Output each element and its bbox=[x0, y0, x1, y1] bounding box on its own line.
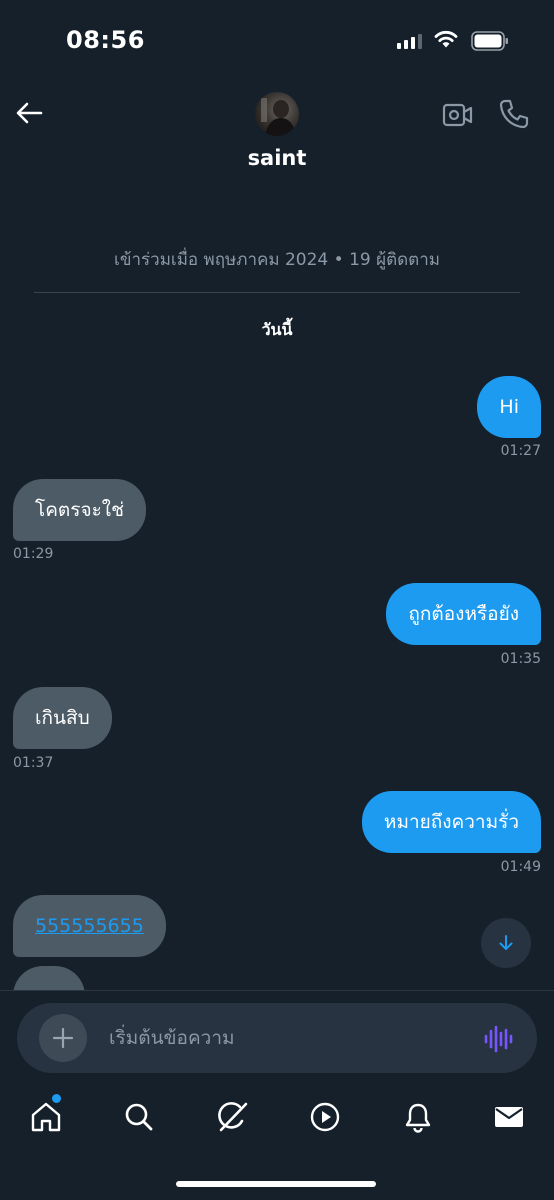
voice-call-button[interactable] bbox=[497, 97, 531, 131]
message-timestamp: 01:49 bbox=[500, 859, 541, 875]
home-indicator bbox=[176, 1181, 376, 1187]
tab-notifications[interactable] bbox=[396, 1092, 440, 1142]
message-timestamp: 01:37 bbox=[13, 755, 54, 771]
grok-icon bbox=[218, 1102, 248, 1132]
status-time: 08:56 bbox=[66, 26, 145, 54]
day-separator: วันนี้ bbox=[261, 320, 293, 339]
message-input[interactable] bbox=[109, 1003, 469, 1073]
play-circle-icon bbox=[310, 1102, 340, 1132]
wifi-icon bbox=[434, 30, 458, 48]
plus-icon bbox=[52, 1027, 74, 1049]
avatar-image bbox=[261, 98, 295, 136]
avatar[interactable] bbox=[255, 92, 299, 136]
message-timestamp: 01:27 bbox=[500, 443, 541, 459]
notification-dot bbox=[52, 1094, 61, 1103]
phone-icon bbox=[499, 99, 529, 129]
message-bubble-outgoing[interactable]: หมายถึงความรั่ว bbox=[361, 791, 541, 853]
video-camera-icon bbox=[442, 103, 473, 127]
tab-messages[interactable] bbox=[487, 1092, 531, 1142]
back-button[interactable] bbox=[12, 96, 46, 130]
home-icon bbox=[31, 1102, 61, 1132]
video-call-button[interactable] bbox=[442, 100, 474, 130]
add-attachment-button[interactable] bbox=[39, 1014, 87, 1062]
cellular-signal-icon bbox=[397, 33, 422, 49]
envelope-icon bbox=[495, 1107, 523, 1127]
message-composer bbox=[17, 1003, 537, 1073]
arrow-down-icon bbox=[499, 935, 513, 950]
tab-grok[interactable] bbox=[210, 1092, 254, 1142]
arrow-left-icon bbox=[16, 102, 43, 124]
bottom-navigation bbox=[0, 1092, 554, 1152]
status-bar: 08:56 bbox=[0, 0, 554, 80]
voice-message-button[interactable] bbox=[483, 1025, 513, 1053]
message-timestamp: 01:29 bbox=[13, 546, 54, 562]
waveform-icon bbox=[484, 1025, 513, 1053]
joined-info: เข้าร่วมเมื่อ พฤษภาคม 2024 • 19 ผู้ติดตา… bbox=[114, 250, 440, 270]
scroll-to-bottom-button[interactable] bbox=[481, 918, 531, 968]
message-bubble-outgoing[interactable]: Hi bbox=[477, 376, 541, 438]
tab-search[interactable] bbox=[117, 1092, 161, 1142]
conversation-header: saint bbox=[0, 80, 554, 190]
search-icon bbox=[125, 1103, 153, 1131]
bell-icon bbox=[405, 1103, 431, 1133]
message-bubble-incoming[interactable]: เกินสิบ bbox=[13, 687, 112, 749]
message-bubble-outgoing[interactable]: ถูกต้องหรือยัง bbox=[386, 583, 541, 645]
tab-video[interactable] bbox=[303, 1092, 347, 1142]
tab-home[interactable] bbox=[24, 1092, 68, 1142]
contact-name[interactable]: saint bbox=[0, 146, 554, 170]
message-timestamp: 01:35 bbox=[500, 651, 541, 667]
battery-icon bbox=[471, 31, 508, 51]
message-bubble-incoming[interactable]: โคตรจะใช่ bbox=[13, 479, 146, 541]
message-bubble-incoming-link[interactable]: 555555655 bbox=[13, 895, 166, 957]
divider bbox=[34, 292, 520, 293]
